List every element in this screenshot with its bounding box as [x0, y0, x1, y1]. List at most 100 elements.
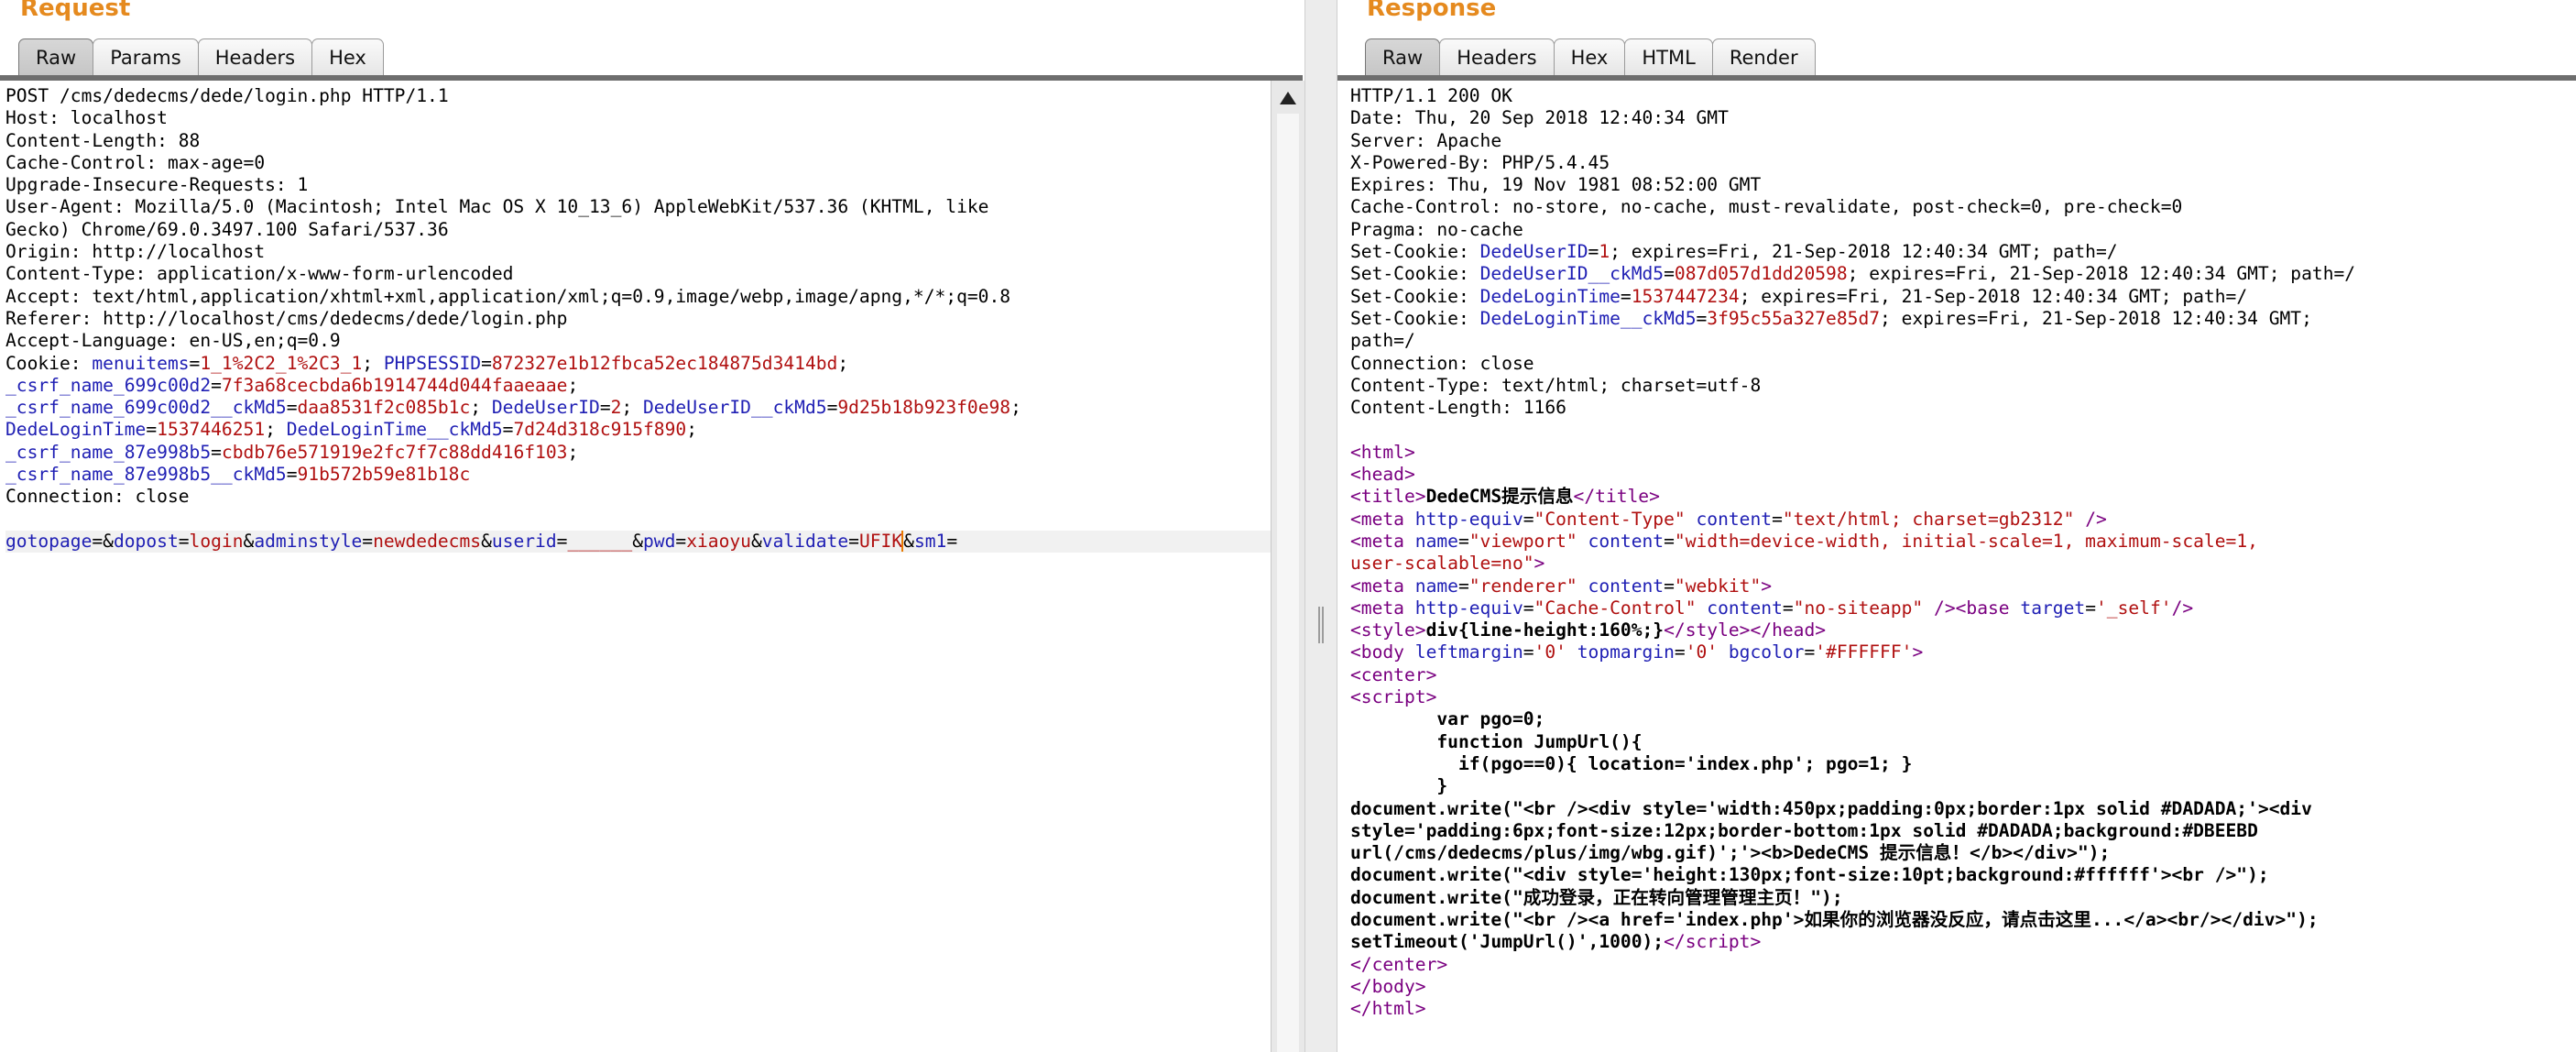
cookie-key: DedeLoginTime__ckMd5	[286, 419, 503, 441]
request-editor[interactable]: POST /cms/dedecms/dede/login.php HTTP/1.…	[0, 81, 1275, 1052]
request-line: Accept: text/html,application/xhtml+xml,…	[5, 285, 1011, 307]
response-tab-html[interactable]: HTML	[1624, 38, 1713, 75]
param-value: UFIK	[858, 530, 903, 552]
response-tab-raw[interactable]: Raw	[1365, 38, 1441, 75]
request-tabs: Raw Params Headers Hex	[18, 37, 384, 75]
html-tag-line: <center>	[1350, 663, 1437, 685]
html-meta-line: <meta name="viewport" content="width=dev…	[1350, 530, 2258, 552]
cookie-line: DedeLoginTime=1537446251; DedeLoginTime_…	[5, 419, 697, 441]
request-line: Connection: close	[5, 486, 190, 508]
param-key: gotopage	[5, 530, 93, 552]
meta-content: "width=device-width, initial-scale=1, ma…	[1674, 530, 2258, 552]
response-tab-render[interactable]: Render	[1711, 38, 1816, 75]
request-title: Request	[20, 0, 131, 22]
html-meta-line: user-scalable=no">	[1350, 553, 1545, 575]
request-line: User-Agent: Mozilla/5.0 (Macintosh; Inte…	[5, 196, 989, 218]
js-line: function JumpUrl(){	[1350, 730, 1643, 752]
set-cookie-label: Set-Cookie:	[1350, 285, 1480, 307]
response-pane: Response Raw Headers Hex HTML Render HTT…	[1337, 0, 2576, 1052]
cookie-key: DedeUserID__ckMd5	[1479, 263, 1665, 285]
js-line: document.write("<div style='height:130px…	[1350, 864, 2269, 886]
cookie-value: 1537446251	[157, 419, 266, 441]
scroll-track[interactable]	[1277, 114, 1299, 1052]
request-pane: Request Raw Params Headers Hex POST /cms…	[0, 0, 1304, 1052]
js-settimeout: setTimeout('JumpUrl()',1000);	[1350, 931, 1665, 953]
cookie-value: 1	[1599, 241, 1610, 263]
request-line: Referer: http://localhost/cms/dedecms/de…	[5, 307, 568, 329]
set-cookie-line: Set-Cookie: DedeUserID__ckMd5=087d057d1d…	[1350, 263, 2356, 285]
request-tab-headers[interactable]: Headers	[197, 38, 313, 75]
request-scrollbar[interactable]	[1271, 81, 1304, 1052]
param-value: login	[189, 530, 244, 552]
param-key: dopost	[113, 530, 179, 552]
cookie-value: 91b572b59e81b18c	[297, 464, 471, 486]
cookie-line: Cookie: menuitems=1_1%2C2_1%2C3_1; PHPSE…	[5, 352, 849, 374]
set-cookie-line: Set-Cookie: DedeLoginTime__ckMd5=3f95c55…	[1350, 307, 2312, 329]
html-body-line: <body leftmargin='0' topmargin='0' bgcol…	[1350, 641, 1924, 663]
divider-grip-icon[interactable]	[1318, 607, 1324, 643]
html-meta-line: <meta name="renderer" content="webkit">	[1350, 575, 1773, 597]
cookie-key: DedeLoginTime	[1479, 285, 1621, 307]
response-line: Expires: Thu, 19 Nov 1981 08:52:00 GMT	[1350, 174, 1762, 196]
html-meta-line: <meta http-equiv="Content-Type" content=…	[1350, 508, 2107, 530]
js-line: document.write("<br /><div style='width:…	[1350, 797, 2312, 819]
html-style-line: <style>div{line-height:160%;}</style></h…	[1350, 619, 1827, 641]
param-value: xiaoyu	[686, 530, 751, 552]
attr-value: '0'	[1685, 641, 1719, 663]
meta-content: "text/html; charset=gb2312"	[1782, 508, 2075, 530]
js-line: var pgo=0;	[1350, 708, 1545, 730]
html-tag-line: <head>	[1350, 464, 1415, 486]
meta-content: "webkit"	[1674, 575, 1762, 597]
cookie-attrs: ; expires=Fri, 21-Sep-2018 12:40:34 GMT;…	[1847, 263, 2356, 285]
response-line: Pragma: no-cache	[1350, 218, 1523, 240]
request-tab-raw[interactable]: Raw	[18, 38, 94, 75]
response-line: Content-Type: text/html; charset=utf-8	[1350, 374, 1762, 396]
request-line: Origin: http://localhost	[5, 241, 266, 263]
scroll-up-icon[interactable]	[1280, 92, 1296, 104]
set-cookie-line: Set-Cookie: DedeLoginTime=1537447234; ex…	[1350, 285, 2248, 307]
param-key: pwd	[643, 530, 676, 552]
js-line: setTimeout('JumpUrl()',1000);</script>	[1350, 931, 1762, 953]
cookie-line: _csrf_name_87e998b5=cbdb76e571919e2fc7f7…	[5, 441, 579, 463]
cookie-key: PHPSESSID	[383, 352, 482, 374]
request-tab-hex[interactable]: Hex	[311, 38, 384, 75]
request-line: Gecko) Chrome/69.0.3497.100 Safari/537.3…	[5, 218, 449, 240]
response-editor[interactable]: HTTP/1.1 200 OK Date: Thu, 20 Sep 2018 12…	[1337, 81, 2576, 1052]
request-line: Content-Length: 88	[5, 129, 201, 151]
response-line: HTTP/1.1 200 OK	[1350, 85, 1512, 106]
cookie-value: 872327e1b12fbca52ec184875d3414bd	[491, 352, 838, 374]
cookie-key: DedeLoginTime	[5, 419, 147, 441]
cookie-key: menuitems	[92, 352, 190, 374]
cookie-attrs: ; expires=Fri, 21-Sep-2018 12:40:34 GMT;…	[1739, 285, 2248, 307]
cookie-attrs: ; expires=Fri, 21-Sep-2018 12:40:34 GMT;…	[1610, 241, 2118, 263]
meta-content: user-scalable=no"	[1350, 553, 1534, 575]
style-text: div{line-height:160%;}	[1425, 619, 1665, 641]
html-meta-line: <meta http-equiv="Cache-Control" content…	[1350, 597, 2194, 619]
set-cookie-wrap: path=/	[1350, 330, 1415, 352]
text-caret	[901, 530, 904, 552]
split-pane-divider[interactable]	[1304, 0, 1337, 1052]
response-line: Cache-Control: no-store, no-cache, must-…	[1350, 196, 2183, 218]
set-cookie-label: Set-Cookie:	[1350, 263, 1480, 285]
cookie-value: 1_1%2C2_1%2C3_1	[200, 352, 363, 374]
param-value: newdedecms	[373, 530, 482, 552]
cookie-value: cbdb76e571919e2fc7f7c88dd416f103	[221, 441, 568, 463]
cookie-key: DedeUserID	[1479, 241, 1588, 263]
response-tab-headers[interactable]: Headers	[1439, 38, 1555, 75]
cookie-key: DedeLoginTime__ckMd5	[1479, 307, 1697, 329]
param-key: userid	[491, 530, 557, 552]
request-line: Upgrade-Insecure-Requests: 1	[5, 174, 309, 196]
response-line: Content-Length: 1166	[1350, 397, 1566, 419]
request-tab-params[interactable]: Params	[93, 38, 199, 75]
js-line: url(/cms/dedecms/plus/img/wbg.gif)';'><b…	[1350, 842, 2111, 864]
cookie-value: 1537447234	[1631, 285, 1740, 307]
response-line: Connection: close	[1350, 352, 1534, 374]
response-title: Response	[1367, 0, 1497, 22]
cookie-key: _csrf_name_87e998b5	[5, 441, 212, 463]
request-line: Accept-Language: en-US,en;q=0.9	[5, 330, 341, 352]
html-tag-line: </body>	[1350, 975, 1426, 997]
request-body-line[interactable]: gotopage=&dopost=login&adminstyle=newded…	[5, 530, 1275, 553]
response-tab-hex[interactable]: Hex	[1553, 38, 1626, 75]
param-value: ______	[567, 530, 633, 552]
